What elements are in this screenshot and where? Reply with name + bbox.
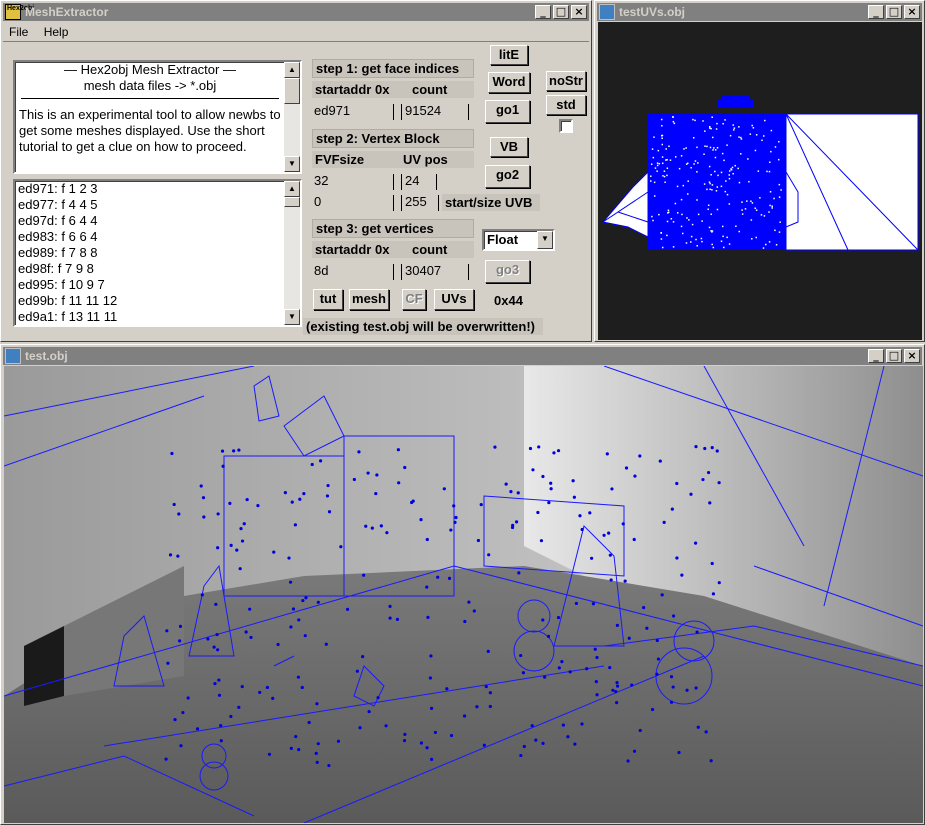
step3-startaddr-field[interactable]: 8d (312, 262, 396, 282)
step1-count-label: count (400, 81, 474, 98)
word-button[interactable]: Word (488, 72, 530, 93)
go3-button[interactable]: go3 (485, 260, 530, 283)
face-list-scrollbar[interactable]: ▲ ▼ (284, 181, 300, 325)
step1-count-field[interactable]: 91524 (401, 102, 471, 122)
step3-title: step 3: get vertices (312, 219, 474, 238)
fvfsize-label: FVFsize (312, 151, 400, 168)
maximize-button[interactable]: □ (553, 5, 569, 19)
window-title: testUVs.obj (619, 5, 686, 19)
overwrite-warning: (existing test.obj will be overwritten!) (303, 318, 543, 335)
std-button[interactable]: std (546, 95, 586, 115)
fvfsize-field[interactable]: 32 (312, 172, 396, 192)
uv-viewport[interactable] (598, 22, 922, 340)
minimize-button[interactable]: _ (868, 349, 884, 363)
step3-count-field[interactable]: 30407 (401, 262, 471, 282)
minimize-button[interactable]: _ (868, 5, 884, 19)
list-item[interactable]: ed983: f 6 6 4 (18, 229, 117, 245)
hex-readout: 0x44 (494, 293, 523, 308)
menu-help[interactable]: Help (38, 23, 75, 41)
list-item[interactable]: ed98f: f 7 9 8 (18, 261, 117, 277)
step1-startaddr-label: startaddr 0x (312, 81, 400, 98)
tut-button[interactable]: tut (313, 289, 343, 310)
go1-button[interactable]: go1 (485, 100, 530, 123)
mesh-viewport[interactable] (4, 366, 923, 823)
start-size-uvb-label: start/size UVB (442, 194, 540, 211)
title-bar[interactable]: Hex2obj MeshExtractor _ □ × (3, 3, 589, 21)
obj-viewer-window: test.obj _ □ × (0, 344, 925, 825)
option-checkbox[interactable] (559, 119, 573, 133)
scroll-up-arrow-icon[interactable]: ▲ (284, 62, 300, 78)
nostr-button[interactable]: noStr (546, 71, 586, 91)
face-list-lines: ed971: f 1 2 3 ed977: f 4 4 5 ed97d: f 6… (18, 181, 117, 325)
info-textbox[interactable]: — Hex2obj Mesh Extractor — mesh data fil… (13, 60, 302, 174)
chevron-down-icon[interactable]: ▼ (537, 231, 553, 249)
maximize-button[interactable]: □ (886, 349, 902, 363)
info-scrollbar[interactable]: ▲ ▼ (284, 62, 300, 172)
mesh-extractor-window: Hex2obj MeshExtractor _ □ × File Help — … (0, 0, 592, 342)
uv-map-render (602, 96, 919, 251)
go2-button[interactable]: go2 (485, 165, 530, 188)
scroll-up-arrow-icon[interactable]: ▲ (284, 181, 300, 197)
scroll-thumb[interactable] (284, 197, 300, 207)
list-item[interactable]: ed9a1: f 13 11 11 (18, 309, 117, 325)
step2-title: step 2: Vertex Block (312, 129, 474, 148)
info-subheading: mesh data files -> *.obj (83, 78, 217, 93)
menu-bar: File Help (3, 23, 74, 41)
viewer-app-icon (5, 348, 21, 364)
list-item[interactable]: ed989: f 7 8 8 (18, 245, 117, 261)
step3-startaddr-label: startaddr 0x (312, 241, 400, 258)
cf-button[interactable]: CF (402, 289, 426, 310)
list-item[interactable]: ed99b: f 11 11 12 (18, 293, 117, 309)
info-heading: — Hex2obj Mesh Extractor — (64, 62, 236, 77)
list-item[interactable]: ed977: f 4 4 5 (18, 197, 117, 213)
step1-startaddr-field[interactable]: ed971 (312, 102, 396, 122)
info-body: This is an experimental tool to allow ne… (19, 107, 281, 154)
list-item[interactable]: ed971: f 1 2 3 (18, 181, 117, 197)
uvb-start-field[interactable]: 0 (312, 193, 396, 213)
viewer-app-icon (599, 4, 615, 20)
mesh-button[interactable]: mesh (349, 289, 389, 310)
step3-count-label: count (400, 241, 474, 258)
title-bar[interactable]: testUVs.obj _ □ × (597, 3, 922, 21)
list-item[interactable]: ed995: f 10 9 7 (18, 277, 117, 293)
scroll-down-arrow-icon[interactable]: ▼ (284, 156, 300, 172)
vertex-format-select[interactable]: Float ▼ (482, 229, 555, 251)
uvpos-field[interactable]: 24 (401, 172, 441, 192)
window-title: test.obj (25, 349, 68, 363)
maximize-button[interactable]: □ (886, 5, 902, 19)
uvpos-label: UV pos (400, 151, 474, 168)
close-button[interactable]: × (904, 349, 920, 363)
scroll-thumb[interactable] (284, 78, 300, 104)
menu-file[interactable]: File (3, 23, 34, 41)
close-button[interactable]: × (904, 5, 920, 19)
list-item[interactable]: ed97d: f 6 4 4 (18, 213, 117, 229)
uvb-size-field[interactable]: 255 (401, 193, 441, 213)
window-title: MeshExtractor (25, 5, 109, 19)
step1-title: step 1: get face indices (312, 59, 474, 78)
minimize-button[interactable]: _ (535, 5, 551, 19)
title-bar[interactable]: test.obj _ □ × (3, 347, 922, 365)
lite-button[interactable]: litE (490, 45, 528, 65)
close-button[interactable]: × (571, 5, 587, 19)
face-list[interactable]: ed971: f 1 2 3 ed977: f 4 4 5 ed97d: f 6… (13, 179, 302, 327)
vb-button[interactable]: VB (490, 137, 528, 157)
hex2obj-app-icon: Hex2obj (5, 4, 34, 20)
uvs-button[interactable]: UVs (434, 289, 474, 310)
uv-viewer-window: testUVs.obj _ □ × (594, 0, 925, 342)
scroll-down-arrow-icon[interactable]: ▼ (284, 309, 300, 325)
wireframe-scene-render (4, 366, 923, 823)
